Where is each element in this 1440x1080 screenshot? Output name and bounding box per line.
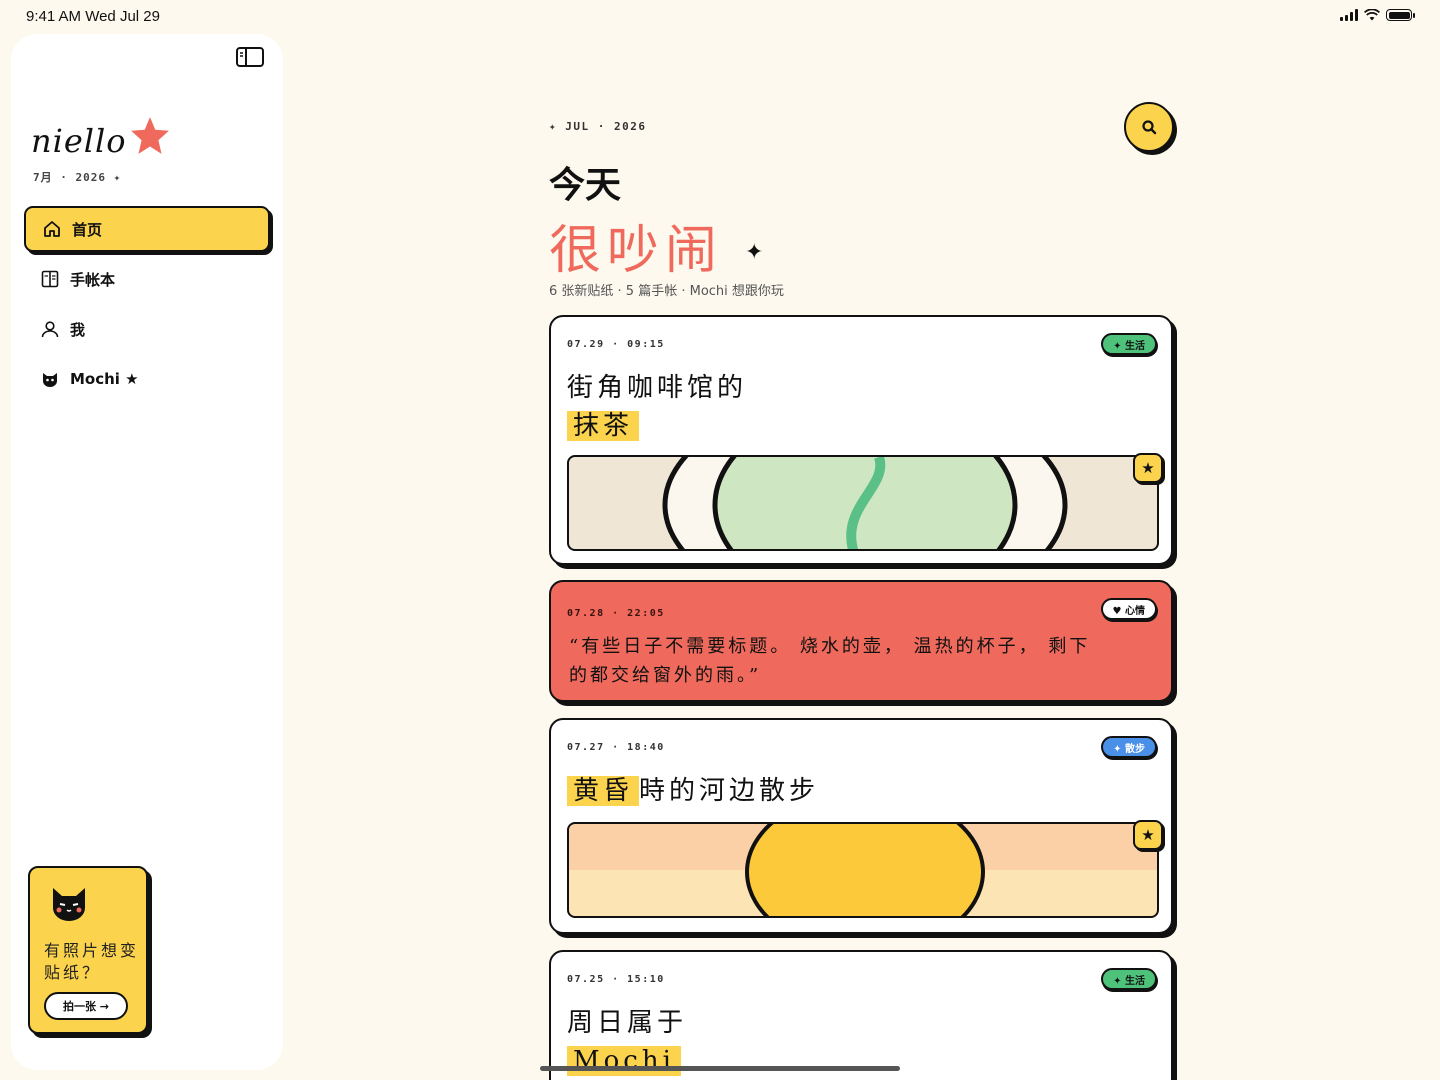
day-summary: 6 张新贴纸 · 5 篇手帐 · Mochi 想跟你玩: [549, 284, 784, 299]
sidebar-item-notebook[interactable]: 手帐本: [24, 256, 270, 302]
cat-icon: [43, 373, 57, 387]
entry-title-line: 周日属于: [567, 1008, 688, 1038]
wifi-icon: [1364, 9, 1380, 21]
sidebar: niello 7月 · 2026 ✦ 首页 手帐本 我 Mochi ★ 有照片想…: [11, 34, 283, 1070]
journal-entry-card[interactable]: 07.29 · 09:15 ✦ 生活 街角咖啡馆的 抹茶 ★: [549, 315, 1173, 565]
matcha-illustration: [662, 457, 1068, 549]
logo-text: niello: [31, 122, 127, 160]
sparkle-icon: ✦: [745, 240, 764, 265]
entry-photo: [567, 455, 1159, 551]
entry-tag: ♥ 心情: [1100, 598, 1157, 620]
search-button[interactable]: [1124, 102, 1174, 152]
entry-title-line: 街角咖啡馆的: [567, 373, 748, 403]
user-icon: [41, 321, 59, 338]
entry-quote: “有些日子不需要标题。 烧水的壶， 温热的杯子， 剩下的都交给窗外的雨。”: [569, 636, 1091, 686]
entry-timestamp: 07.28 · 22:05: [567, 608, 665, 619]
logo-date: 7月 · 2026 ✦: [33, 171, 122, 184]
sidebar-toggle-icon[interactable]: [236, 46, 264, 68]
sidebar-item-mochi[interactable]: Mochi ★: [24, 356, 270, 402]
battery-icon: [1386, 9, 1415, 21]
mochi-cat-icon: [53, 888, 85, 921]
photo-sticker-promo: 有照片想变贴纸？ 拍一张 →: [28, 866, 148, 1034]
entry-timestamp: 07.25 · 15:10: [567, 974, 665, 985]
entry-title: 黄昏 時的河边散步: [567, 772, 819, 810]
sidebar-item-me[interactable]: 我: [24, 306, 270, 352]
promo-text: 有照片想变贴纸？: [44, 941, 140, 982]
take-photo-button[interactable]: 拍一张 →: [44, 992, 128, 1020]
entry-tag: ✦ 生活: [1101, 333, 1157, 355]
sidebar-item-label: 我: [70, 320, 86, 339]
status-time: 9:41 AM Wed Jul 29: [26, 8, 160, 25]
status-icons: [1340, 9, 1415, 21]
entry-photo: [567, 822, 1159, 918]
journal-entry-card[interactable]: 07.27 · 18:40 ✦ 散步 黄昏 時的河边散步 ★: [549, 718, 1173, 934]
sidebar-nav: 首页 手帐本 我 Mochi ★: [24, 206, 270, 406]
home-icon: [44, 221, 60, 237]
cellular-signal-icon: [1340, 9, 1358, 21]
sidebar-item-label: 首页: [72, 220, 103, 239]
entry-title-highlight: Mochi: [567, 1046, 681, 1076]
entry-timestamp: 07.29 · 09:15: [567, 339, 665, 350]
favorite-star-icon[interactable]: ★: [1133, 453, 1163, 483]
entry-title-rest: 時的河边散步: [639, 776, 820, 806]
favorite-star-icon[interactable]: ★: [1133, 820, 1163, 850]
sidebar-item-label: 手帐本: [70, 270, 116, 289]
entry-title-highlight: 抹茶: [567, 411, 640, 441]
entry-tag: ✦ 散步: [1101, 736, 1157, 758]
entry-timestamp: 07.27 · 18:40: [567, 742, 665, 753]
search-icon: [1142, 120, 1157, 135]
sidebar-item-home[interactable]: 首页: [24, 206, 270, 252]
app-logo: niello: [31, 117, 171, 160]
status-bar: 9:41 AM Wed Jul 29: [0, 0, 1440, 34]
sunset-illustration: [745, 824, 985, 916]
mood-word: 很吵闹: [549, 221, 724, 281]
notebook-icon: [41, 270, 59, 288]
entry-tag: ✦ 生活: [1101, 968, 1157, 990]
sidebar-item-label: Mochi ★: [70, 370, 139, 388]
page-title: 今天: [549, 165, 622, 206]
entry-title: 街角咖啡馆的 抹茶: [567, 369, 747, 445]
home-indicator[interactable]: [540, 1066, 900, 1071]
entry-title-highlight: 黄昏: [567, 776, 640, 806]
date-line: ✦ JUL · 2026: [549, 120, 647, 133]
journal-entry-card[interactable]: 07.28 · 22:05 ♥ 心情 “有些日子不需要标题。 烧水的壶， 温热的…: [549, 580, 1173, 702]
logo-star-icon: [130, 117, 169, 154]
journal-entry-card[interactable]: 07.25 · 15:10 ✦ 生活 周日属于 Mochi: [549, 950, 1173, 1080]
